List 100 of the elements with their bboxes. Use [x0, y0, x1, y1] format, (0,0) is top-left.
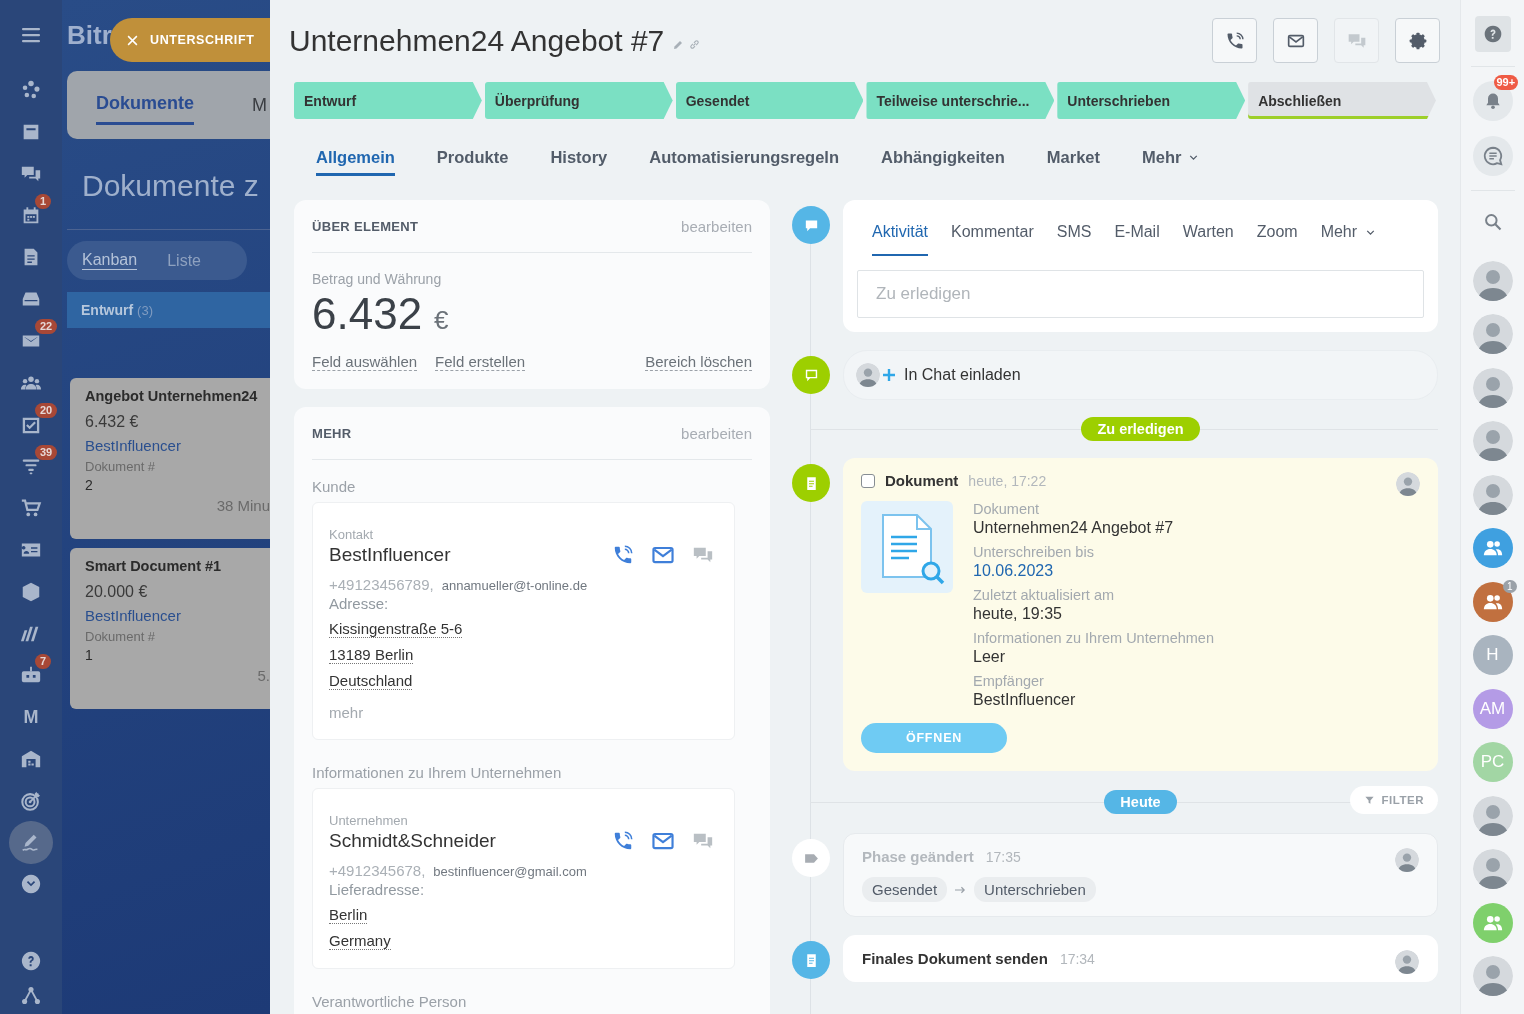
card-amount: 20.000 € — [85, 583, 149, 601]
entity-name: BestInfluencer — [329, 544, 451, 566]
stage-step[interactable]: Überprüfung — [484, 82, 673, 119]
count-badge: 39 — [35, 444, 58, 460]
address-line[interactable]: Deutschland — [329, 672, 413, 690]
field-label: Dokument — [973, 501, 1041, 517]
phone-number: +4912345678, — [329, 862, 426, 879]
stage-step[interactable]: Unterschrieben — [1057, 82, 1246, 119]
tab[interactable]: Automatisierungsregeln — [649, 141, 840, 176]
tab[interactable]: Kommentar — [951, 218, 1034, 256]
count-badge: 22 — [35, 319, 58, 335]
avatar[interactable] — [1472, 314, 1513, 354]
stage-step[interactable]: Abschließen — [1248, 82, 1436, 119]
count-badge: 20 — [35, 402, 58, 418]
help-button[interactable] — [1474, 16, 1511, 52]
phone-number: +49123456789, — [329, 576, 434, 593]
tab[interactable]: History — [550, 141, 608, 176]
kanban-card[interactable]: Angebot Unternehmen24 6.432 € BestInfluencer Dokument # 2 38 Minu — [70, 378, 270, 539]
field-value: Unternehmen24 Angebot #7 — [973, 519, 1175, 537]
amount-value: 6.432 — [312, 289, 423, 339]
filter-icon — [1363, 794, 1375, 806]
target-icon[interactable] — [20, 789, 42, 812]
tab[interactable]: M — [252, 86, 267, 124]
field-label: Empfänger — [973, 673, 1045, 689]
settings-button[interactable] — [1395, 18, 1440, 63]
stage-step[interactable]: Gesendet — [675, 82, 864, 119]
document-title: Unternehmen24 Angebot #7 — [289, 23, 665, 58]
address-line[interactable]: Kissingenstraße 5-6 — [329, 620, 463, 638]
kanban-card[interactable]: Smart Document #1 20.000 € BestInfluencer Dokument # 1 5. — [70, 548, 270, 709]
avatar[interactable] — [1472, 260, 1513, 301]
field-label: Unterschreiben bis — [973, 544, 1095, 560]
checkbox[interactable] — [861, 473, 875, 488]
phone-icon[interactable] — [612, 830, 634, 852]
column-count: (3) — [137, 302, 153, 318]
field-link[interactable]: Feld auswählen — [312, 353, 418, 371]
address-line[interactable]: Germany — [329, 932, 391, 950]
client-link[interactable]: BestInfluencer — [85, 437, 270, 454]
group-chat-avatar[interactable] — [1472, 528, 1513, 568]
tab[interactable]: Mehr — [1142, 141, 1201, 176]
tab[interactable]: Mehr — [1320, 218, 1378, 256]
date-link[interactable]: 10.06.2023 — [973, 562, 1214, 580]
clear-section-link[interactable]: Bereich löschen — [645, 353, 752, 371]
avatar[interactable] — [1472, 367, 1513, 408]
invite-to-chat-button[interactable]: In Chat einladen — [843, 350, 1438, 400]
card-amount: 6.432 € — [85, 413, 140, 431]
help-icon[interactable] — [20, 949, 42, 972]
currency-symbol: € — [434, 305, 449, 336]
field-label: Dokument # — [85, 459, 157, 474]
avatar[interactable] — [1472, 956, 1513, 996]
entity-name: Schmidt&Schneider — [329, 830, 496, 852]
history-time: 17:35 — [985, 848, 1021, 865]
avatar — [1395, 950, 1419, 974]
avatar — [856, 363, 880, 387]
email-address[interactable]: bestinfluencer@gmail.com — [433, 864, 587, 879]
field-value: Leer — [973, 648, 1007, 666]
phone-button[interactable] — [1212, 18, 1257, 63]
view-tab[interactable]: Kanban — [82, 251, 138, 270]
m-letter[interactable]: M — [23, 706, 39, 728]
todo-input[interactable]: Zu erledigen — [857, 270, 1424, 318]
arrow-icon — [955, 885, 967, 894]
tab[interactable]: SMS — [1056, 218, 1092, 256]
avatar[interactable] — [1472, 849, 1513, 889]
field-label: Lieferadresse: — [329, 881, 426, 898]
email-address[interactable]: annamueller@t-online.de — [441, 578, 588, 593]
count-badge: 99+ — [1493, 75, 1519, 90]
field-label: Informationen zu Ihrem Unternehmen — [973, 630, 1214, 646]
section-label: Informationen zu Ihrem Unternehmen — [312, 764, 563, 781]
stage-step[interactable]: Teilweise unterschrie... — [866, 82, 1055, 119]
field-label: Zuletzt aktualisiert am — [973, 587, 1116, 603]
field-link[interactable]: Feld erstellen — [435, 353, 526, 371]
tab[interactable]: Allgemein — [316, 141, 395, 176]
page-title: Dokumente z — [82, 169, 259, 203]
nav-item-highlight[interactable] — [9, 820, 53, 865]
section-label: Kunde — [312, 478, 357, 495]
tab[interactable]: E-Mail — [1114, 218, 1160, 256]
tab[interactable]: Produkte — [436, 141, 509, 176]
field-label: Adresse: — [329, 595, 390, 612]
address-line[interactable]: Berlin — [329, 906, 368, 924]
card-time: 38 Minu — [216, 497, 270, 514]
chevron-icon[interactable] — [20, 873, 42, 896]
field-label: Betrag und Währung — [312, 271, 443, 287]
column-title: Entwurf — [81, 302, 134, 318]
box-icon[interactable] — [20, 580, 42, 603]
avatar[interactable] — [1472, 795, 1513, 836]
messenger-button[interactable] — [1472, 136, 1513, 176]
stage-step[interactable]: Entwurf — [294, 82, 482, 119]
tab[interactable]: Warten — [1182, 218, 1234, 256]
phone-icon[interactable] — [612, 544, 634, 566]
document-preview-icon[interactable] — [861, 501, 953, 593]
client-link[interactable]: BestInfluencer — [85, 607, 270, 624]
mail-button[interactable] — [1273, 18, 1318, 63]
tab[interactable]: Zoom — [1256, 218, 1298, 256]
avatar[interactable] — [1472, 421, 1513, 461]
tab[interactable]: Dokumente — [96, 85, 194, 125]
avatar[interactable] — [1472, 474, 1513, 515]
tab[interactable]: Market — [1046, 141, 1100, 176]
address-line[interactable]: 13189 Berlin — [329, 646, 414, 664]
tab[interactable]: Aktivität — [872, 218, 928, 256]
search-icon[interactable] — [1482, 212, 1503, 232]
tab[interactable]: Abhängigkeiten — [881, 141, 1005, 176]
